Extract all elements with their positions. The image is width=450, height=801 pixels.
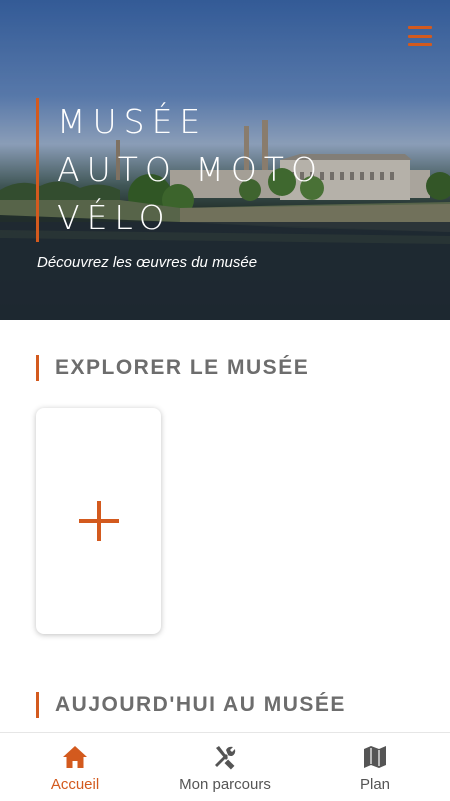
hero-banner: MUSÉE AUTO MOTO VÉLO Découvrez les œuvre… bbox=[0, 0, 450, 320]
nav-item-map[interactable]: Plan bbox=[300, 733, 450, 801]
explore-section-title: EXPLORER LE MUSÉE bbox=[36, 355, 309, 381]
nav-label-map: Plan bbox=[359, 776, 391, 793]
map-icon bbox=[364, 746, 386, 768]
plus-icon bbox=[78, 501, 119, 541]
add-visit-card[interactable] bbox=[36, 408, 161, 634]
hero-title: MUSÉE AUTO MOTO VÉLO bbox=[36, 98, 324, 242]
nav-item-home[interactable]: Accueil bbox=[0, 733, 150, 801]
hero-subtitle: Découvrez les œuvres du musée bbox=[37, 254, 258, 271]
home-icon bbox=[63, 746, 87, 768]
hero-title-line-2: AUTO MOTO bbox=[57, 150, 324, 189]
today-section-title: AUJOURD'HUI AU MUSÉE bbox=[36, 692, 346, 718]
nav-item-my-route[interactable]: Mon parcours bbox=[150, 733, 300, 801]
bottom-navigation: Accueil Mon parcours Plan bbox=[0, 732, 450, 801]
nav-label-home: Accueil bbox=[50, 776, 100, 793]
nav-label-my-route: Mon parcours bbox=[179, 776, 271, 793]
hamburger-menu-icon[interactable] bbox=[408, 26, 432, 46]
hero-title-line-3: VÉLO bbox=[57, 198, 172, 237]
tools-icon bbox=[215, 746, 236, 770]
hero-title-line-1: MUSÉE bbox=[57, 102, 208, 141]
